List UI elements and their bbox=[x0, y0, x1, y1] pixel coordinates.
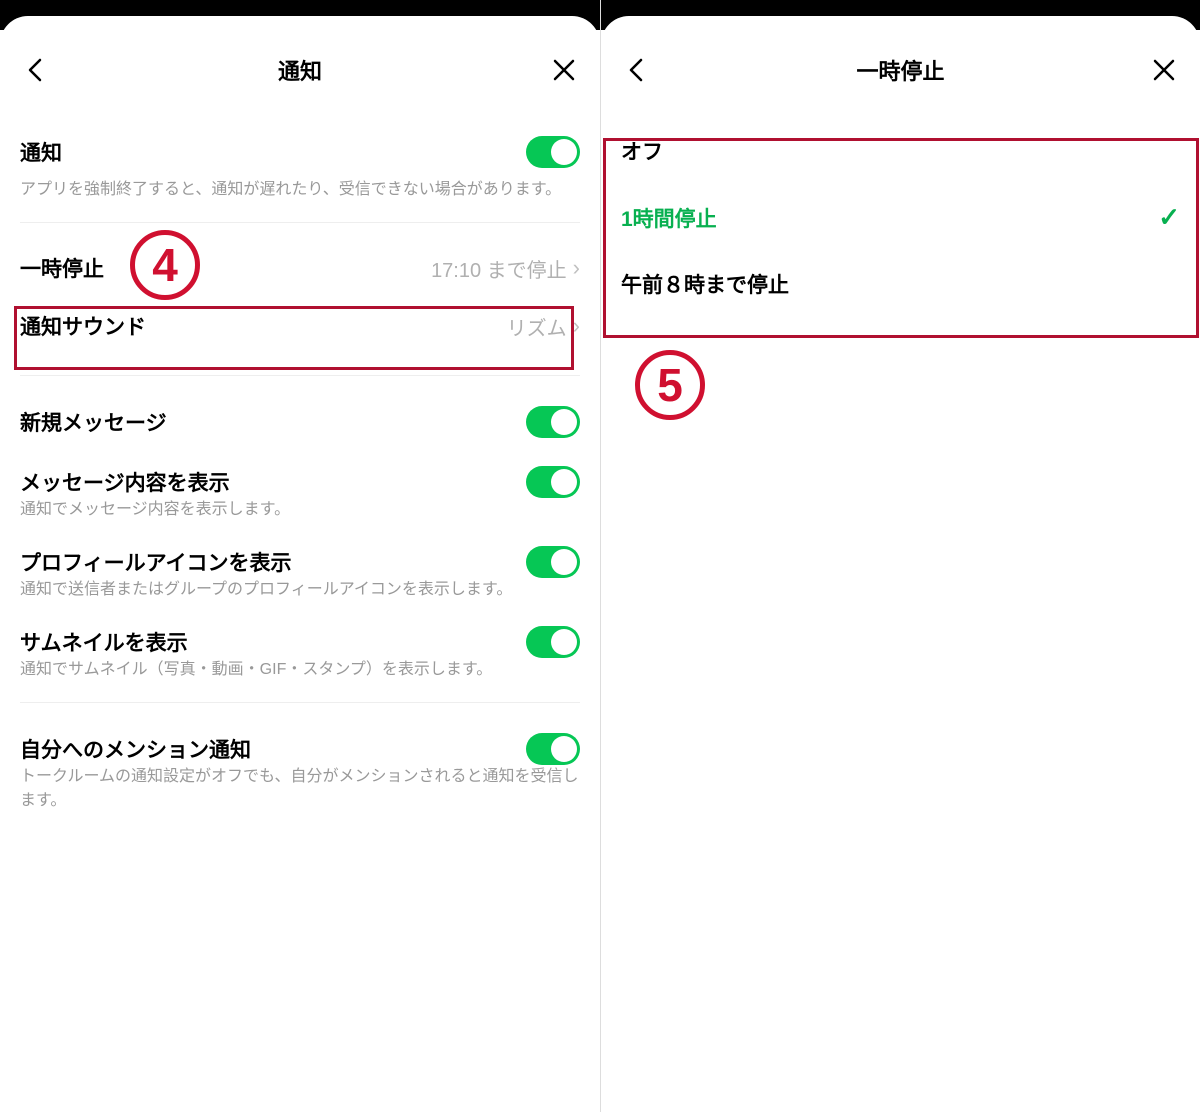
annotation-step-5: 5 bbox=[635, 350, 705, 420]
new-message-toggle[interactable] bbox=[526, 406, 580, 438]
pause-value-text: 17:10 まで停止 bbox=[431, 254, 567, 283]
show-profile-icon-toggle[interactable] bbox=[526, 546, 580, 578]
pause-option-list: オフ 1時間停止 ✓ 午前８時まで停止 bbox=[621, 106, 1180, 329]
row-new-message: 新規メッセージ bbox=[20, 392, 580, 452]
pause-label: 一時停止 bbox=[20, 253, 104, 283]
row-mention: 自分へのメンション通知 bbox=[20, 719, 580, 769]
annotation-step-5-label: 5 bbox=[657, 358, 683, 412]
close-icon[interactable] bbox=[1148, 54, 1180, 86]
status-bar bbox=[0, 0, 600, 30]
option-until-8am-label: 午前８時まで停止 bbox=[621, 269, 789, 299]
row-show-thumbnail: サムネイルを表示 bbox=[20, 602, 580, 662]
mention-subtext: トークルームの通知設定がオフでも、自分がメンションされると通知を受信します。 bbox=[20, 765, 580, 813]
page-title: 一時停止 bbox=[601, 54, 1200, 86]
option-until-8am[interactable]: 午前８時まで停止 bbox=[621, 251, 1180, 317]
row-notifications: 通知 bbox=[20, 122, 580, 182]
check-icon: ✓ bbox=[1158, 202, 1180, 233]
mention-toggle[interactable] bbox=[526, 733, 580, 765]
status-bar bbox=[601, 0, 1200, 30]
new-message-label: 新規メッセージ bbox=[20, 407, 167, 437]
header: 一時停止 bbox=[601, 30, 1200, 106]
mention-label: 自分へのメンション通知 bbox=[20, 734, 251, 764]
show-content-toggle[interactable] bbox=[526, 466, 580, 498]
close-icon[interactable] bbox=[548, 54, 580, 86]
back-icon[interactable] bbox=[20, 54, 52, 86]
option-one-hour[interactable]: 1時間停止 ✓ bbox=[621, 184, 1180, 251]
chevron-right-icon: › bbox=[573, 255, 580, 281]
show-profile-icon-label: プロフィールアイコンを表示 bbox=[20, 547, 292, 577]
screen-notifications: 通知 通知 アプリを強制終了すると、通知が遅れたり、受信できない場合があります。… bbox=[0, 0, 600, 1112]
option-off[interactable]: オフ bbox=[621, 118, 1180, 184]
pause-value: 17:10 まで停止 › bbox=[431, 254, 580, 283]
row-show-profile-icon: プロフィールアイコンを表示 bbox=[20, 522, 580, 582]
row-sound[interactable]: 通知サウンド リズム › bbox=[20, 297, 580, 355]
option-off-label: オフ bbox=[621, 136, 663, 166]
header: 通知 bbox=[0, 30, 600, 106]
back-icon[interactable] bbox=[621, 54, 653, 86]
show-thumbnail-toggle[interactable] bbox=[526, 626, 580, 658]
notifications-toggle[interactable] bbox=[526, 136, 580, 168]
screen-pause-options: 一時停止 オフ 1時間停止 ✓ 午前８時まで停止 5 bbox=[600, 0, 1200, 1112]
option-one-hour-label: 1時間停止 bbox=[621, 203, 717, 233]
sound-value: リズム › bbox=[507, 312, 580, 341]
show-content-label: メッセージ内容を表示 bbox=[20, 467, 230, 497]
row-show-content: メッセージ内容を表示 bbox=[20, 452, 580, 502]
notifications-label: 通知 bbox=[20, 137, 62, 167]
chevron-right-icon: › bbox=[573, 313, 580, 339]
sound-label: 通知サウンド bbox=[20, 311, 146, 341]
show-thumbnail-label: サムネイルを表示 bbox=[20, 627, 188, 657]
row-pause[interactable]: 一時停止 17:10 まで停止 › bbox=[20, 239, 580, 297]
page-title: 通知 bbox=[0, 54, 600, 86]
sound-value-text: リズム bbox=[507, 312, 567, 341]
